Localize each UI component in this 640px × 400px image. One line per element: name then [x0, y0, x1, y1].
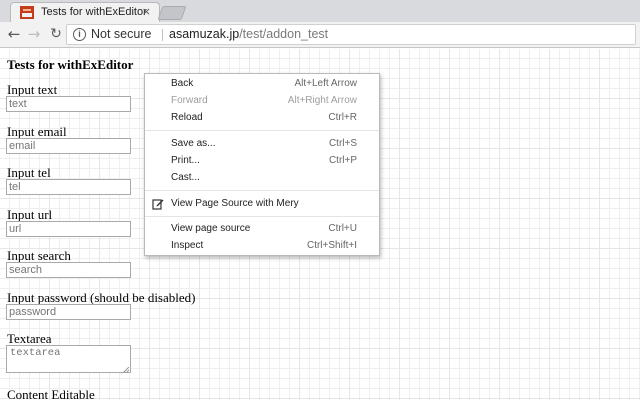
email-input[interactable]	[6, 138, 131, 154]
security-status[interactable]: Not secure	[91, 27, 151, 41]
info-icon[interactable]: i	[73, 28, 86, 41]
tel-input[interactable]	[6, 179, 131, 195]
menu-label: View page source	[171, 223, 251, 234]
address-bar[interactable]: i Not secure asamuzak.jp/test/addon_test	[66, 24, 636, 45]
url-host: asamuzak.jp	[169, 27, 240, 41]
menu-label: Back	[171, 78, 194, 89]
menu-item-cast[interactable]: Cast...	[145, 170, 379, 187]
browser-tab[interactable]: Tests for withExEditor ×	[10, 2, 160, 22]
menu-label: Cast...	[171, 172, 200, 183]
context-menu: Back Alt+Left Arrow Forward Alt+Right Ar…	[144, 73, 380, 256]
back-arrow-icon[interactable]: ←	[6, 26, 22, 42]
new-tab-button[interactable]	[157, 6, 187, 20]
url-text[interactable]: asamuzak.jp/test/addon_test	[169, 27, 328, 41]
menu-shortcut: Ctrl+S	[328, 138, 357, 149]
menu-item-reload[interactable]: Reload Ctrl+R	[145, 110, 379, 127]
menu-label: Reload	[171, 112, 203, 123]
menu-shortcut: Alt+Right Arrow	[287, 95, 357, 106]
browser-toolbar: ← → ↻ i Not secure asamuzak.jp/test/addo…	[0, 22, 640, 48]
menu-label: View Page Source with Mery	[171, 198, 299, 209]
url-path: /test/addon_test	[239, 27, 329, 41]
menu-shortcut: Ctrl+R	[328, 112, 357, 123]
menu-shortcut: Alt+Left Arrow	[294, 78, 357, 89]
menu-item-view-source-mery[interactable]: View Page Source with Mery	[145, 196, 379, 213]
menu-label: Print...	[171, 155, 200, 166]
tab-title: Tests for withExEditor	[41, 6, 147, 18]
favicon-icon	[20, 6, 34, 19]
menu-item-print[interactable]: Print... Ctrl+P	[145, 153, 379, 170]
menu-separator	[145, 190, 379, 191]
menu-item-inspect[interactable]: Inspect Ctrl+Shift+I	[145, 238, 379, 255]
close-tab-icon[interactable]: ×	[142, 5, 151, 18]
menu-label: Forward	[171, 95, 208, 106]
page-title: Tests for withExEditor	[7, 57, 134, 72]
menu-shortcut: Ctrl+P	[328, 155, 357, 166]
menu-item-forward[interactable]: Forward Alt+Right Arrow	[145, 93, 379, 110]
omnibox-divider	[162, 29, 163, 41]
textarea-field[interactable]	[6, 345, 131, 373]
menu-shortcut: Ctrl+U	[328, 223, 357, 234]
url-input[interactable]	[6, 221, 131, 237]
label-content-editable: Content Editable	[7, 387, 95, 400]
menu-item-view-page-source[interactable]: View page source Ctrl+U	[145, 221, 379, 238]
search-input[interactable]	[6, 262, 131, 278]
forward-arrow-icon[interactable]: →	[26, 26, 42, 42]
menu-separator	[145, 130, 379, 131]
text-input[interactable]	[6, 96, 131, 112]
menu-item-back[interactable]: Back Alt+Left Arrow	[145, 76, 379, 93]
reload-icon[interactable]: ↻	[48, 26, 64, 42]
menu-label: Inspect	[171, 240, 204, 251]
password-input[interactable]	[6, 304, 131, 320]
edit-icon	[152, 199, 164, 210]
menu-separator	[145, 216, 379, 217]
menu-shortcut: Ctrl+Shift+I	[306, 240, 357, 251]
menu-label: Save as...	[171, 138, 216, 149]
menu-item-save-as[interactable]: Save as... Ctrl+S	[145, 136, 379, 153]
tab-strip: Tests for withExEditor ×	[0, 0, 640, 22]
resize-handle-icon[interactable]	[123, 367, 129, 373]
